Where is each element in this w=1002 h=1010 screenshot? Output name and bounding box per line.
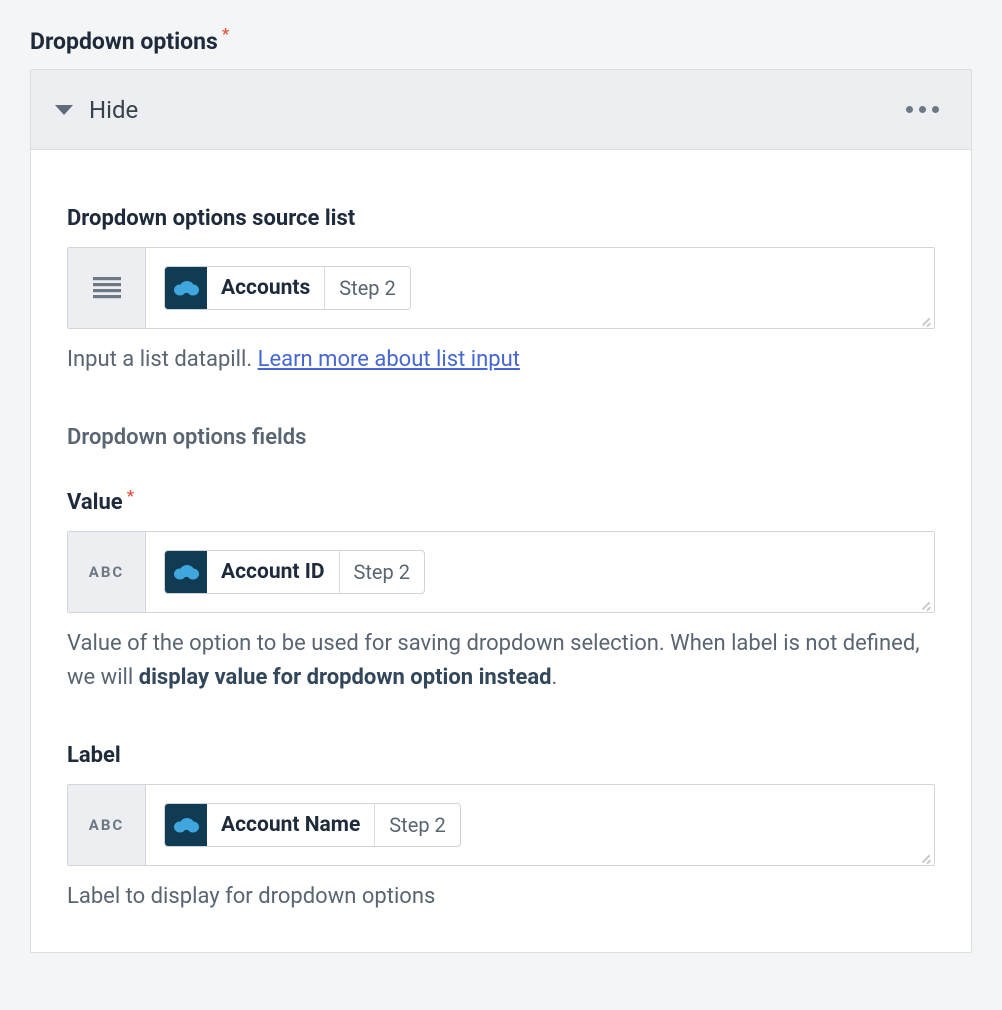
salesforce-icon [165, 804, 207, 846]
dropdown-options-panel: Hide Dropdown options source list [30, 69, 972, 953]
section-title-text: Dropdown options [30, 28, 218, 55]
help-text: Input a list datapill. Learn more about … [67, 343, 935, 377]
list-type-icon [68, 248, 146, 328]
resize-handle-icon [918, 312, 932, 326]
more-options-button[interactable] [902, 98, 943, 121]
section-title: Dropdown options * [30, 28, 229, 55]
dot-icon [919, 106, 926, 113]
required-indicator: * [127, 488, 134, 504]
dot-icon [932, 106, 939, 113]
datapill-accounts[interactable]: Accounts Step 2 [164, 266, 411, 310]
pill-area[interactable]: Account ID Step 2 [146, 532, 934, 612]
help-text: Value of the option to be used for savin… [67, 627, 935, 695]
help-text: Label to display for dropdown options [67, 880, 935, 914]
source-list-input[interactable]: Accounts Step 2 [67, 247, 935, 329]
collapse-toggle[interactable]: Hide [55, 96, 138, 124]
field-label-text: Label [67, 743, 121, 768]
dot-icon [906, 106, 913, 113]
datapill-account-id[interactable]: Account ID Step 2 [164, 550, 425, 594]
value-input[interactable]: ABC Account ID S [67, 531, 935, 613]
datapill-name: Account Name [207, 804, 375, 846]
datapill-step: Step 2 [375, 804, 459, 846]
datapill-name: Accounts [207, 267, 325, 309]
panel-body: Dropdown options source list [31, 150, 971, 952]
label-input[interactable]: ABC Account Name [67, 784, 935, 866]
abc-icon: ABC [89, 816, 124, 834]
value-field: Value * ABC [67, 490, 935, 695]
text-type-icon: ABC [68, 532, 146, 612]
source-list-field: Dropdown options source list [67, 206, 935, 377]
resize-handle-icon [918, 596, 932, 610]
field-label: Label [67, 743, 121, 768]
panel-header: Hide [31, 70, 971, 150]
fields-subsection-label: Dropdown options fields [67, 425, 935, 450]
salesforce-icon [165, 551, 207, 593]
help-text-prefix: Input a list datapill. [67, 347, 258, 372]
resize-handle-icon [918, 849, 932, 863]
pill-area[interactable]: Accounts Step 2 [146, 248, 934, 328]
datapill-step: Step 2 [325, 267, 409, 309]
collapse-toggle-label: Hide [89, 96, 138, 124]
datapill-account-name[interactable]: Account Name Step 2 [164, 803, 461, 847]
field-label-text: Value [67, 490, 123, 515]
datapill-step: Step 2 [340, 551, 424, 593]
field-label: Dropdown options source list [67, 206, 355, 231]
learn-more-link[interactable]: Learn more about list input [258, 347, 520, 372]
pill-area[interactable]: Account Name Step 2 [146, 785, 934, 865]
required-indicator: * [222, 26, 229, 42]
field-label-text: Dropdown options source list [67, 206, 355, 231]
text-type-icon: ABC [68, 785, 146, 865]
chevron-down-icon [55, 104, 73, 116]
label-field: Label ABC [67, 743, 935, 914]
field-label: Value * [67, 490, 134, 515]
help-text-suffix: . [552, 665, 558, 690]
datapill-name: Account ID [207, 551, 340, 593]
help-text-strong: display value for dropdown option instea… [139, 665, 552, 690]
salesforce-icon [165, 267, 207, 309]
abc-icon: ABC [89, 563, 124, 581]
